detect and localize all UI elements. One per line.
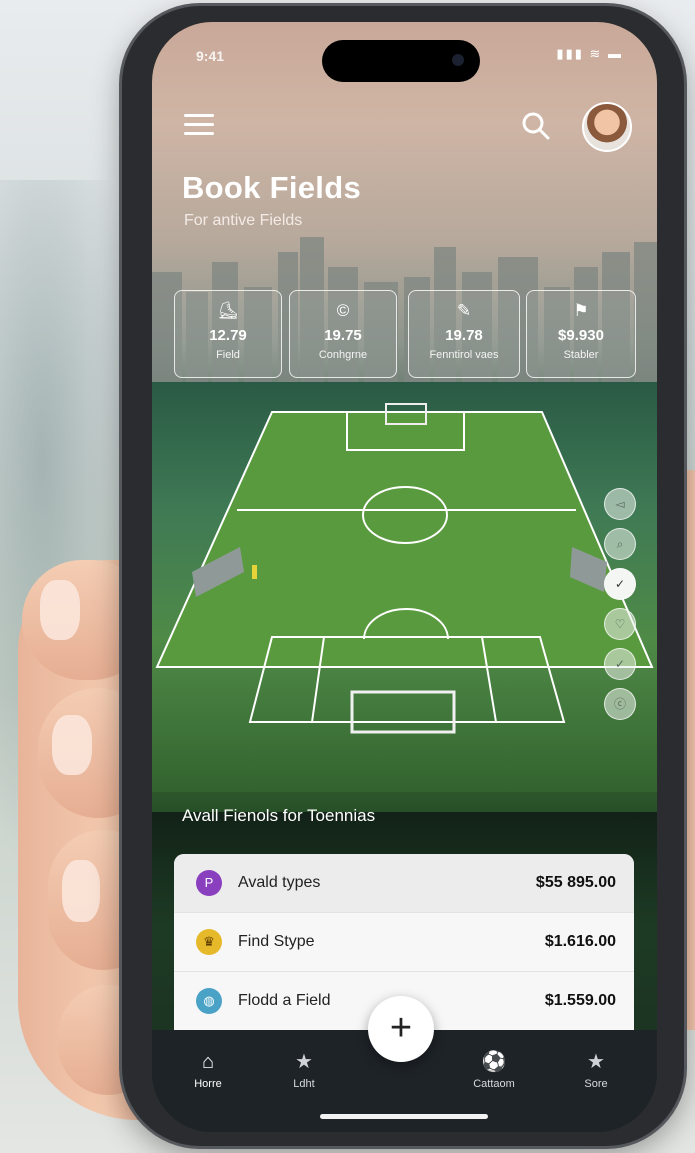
field-price: $1.616.00: [544, 933, 616, 950]
fingernail: [62, 860, 100, 922]
filter-dot[interactable]: ⓒ: [604, 688, 636, 720]
page-title: Book Fields: [182, 170, 361, 205]
field-name: Find Stype: [238, 933, 315, 950]
fingernail: [40, 580, 80, 640]
ball-icon: ⚽: [481, 1051, 507, 1073]
fingernail: [52, 715, 92, 775]
camera-icon: [452, 54, 464, 66]
search-icon[interactable]: [520, 110, 552, 142]
field-price: $1.559.00: [544, 992, 616, 1009]
stat-card[interactable]: © 19.75 Conhgrne: [289, 290, 397, 378]
app-screen: 9:41 ▮▮▮ ≋ ▬ Book Fields For antive Fiel…: [152, 22, 657, 1132]
page-subtitle: For antive Fields: [184, 212, 303, 229]
filter-dot[interactable]: ♡: [604, 608, 636, 640]
tab-home[interactable]: ⌂ Horre: [168, 1050, 248, 1090]
football-pitch: [155, 403, 654, 734]
tab-store[interactable]: ★ Sore: [556, 1050, 636, 1090]
stat-value: 19.78: [445, 327, 483, 344]
tab-custom[interactable]: ⚽ Cattaom: [454, 1050, 534, 1090]
side-filter-dots: ◅ ⌕ ✓ ♡ ✓ ⓒ: [604, 488, 636, 728]
list-item[interactable]: ♛ Find Stype $1.616.00: [174, 913, 634, 972]
stat-value: $9.930: [558, 327, 604, 344]
filter-dot-active[interactable]: ✓: [604, 568, 636, 600]
stat-label: Conhgrne: [318, 349, 368, 361]
stat-card[interactable]: ⚑ $9.930 Stabler: [526, 290, 636, 378]
stat-value: 12.79: [209, 327, 247, 344]
stat-label: Fenntirol vaes: [429, 349, 499, 361]
p-badge-icon: P: [196, 870, 222, 896]
tab-label: Horre: [194, 1078, 222, 1090]
field-name: Avald types: [238, 874, 321, 891]
star-icon: ★: [295, 1051, 313, 1073]
list-item[interactable]: P Avald types $55 895.00: [174, 854, 634, 913]
trophy-icon: ♛: [196, 929, 222, 955]
status-time: 9:41: [196, 48, 225, 64]
menu-button[interactable]: [184, 114, 214, 138]
filter-dot[interactable]: ⌕: [604, 528, 636, 560]
stat-value: 19.75: [324, 327, 362, 344]
tab-label: Sore: [584, 1078, 608, 1090]
status-icons: ▮▮▮ ≋ ▬: [556, 46, 623, 61]
avatar[interactable]: [582, 102, 632, 152]
filter-dot[interactable]: ◅: [604, 488, 636, 520]
boot-icon: ✎: [456, 301, 472, 320]
star-icon: ★: [587, 1051, 605, 1073]
flag-icon: ⚑: [573, 301, 589, 320]
stat-label: Field: [216, 349, 240, 361]
field-price: $55 895.00: [535, 874, 616, 891]
home-indicator[interactable]: [320, 1114, 488, 1119]
add-button[interactable]: +: [368, 996, 434, 1062]
field-name: Flodd a Field: [238, 992, 331, 1009]
stat-card[interactable]: ⛸ 12.79 Field: [174, 290, 282, 378]
tab-list[interactable]: ★ Ldht: [264, 1050, 344, 1090]
stats-row: ⛸ 12.79 Field © 19.75 Conhgrne ✎ 19.78 F…: [174, 290, 636, 378]
globe-icon: ◍: [196, 988, 222, 1014]
stat-label: Stabler: [563, 349, 599, 361]
dynamic-island: [322, 40, 480, 82]
tab-label: Cattaom: [473, 1078, 515, 1090]
menu-icon: [184, 114, 214, 117]
filter-dot[interactable]: ✓: [604, 648, 636, 680]
home-icon: ⌂: [201, 1051, 215, 1073]
stat-card[interactable]: ✎ 19.78 Fenntirol vaes: [408, 290, 520, 378]
shoe-icon: ⛸: [217, 301, 239, 320]
tab-label: Ldht: [293, 1078, 315, 1090]
section-title: Avall Fienols for Toennias: [182, 806, 376, 825]
coin-icon: ©: [336, 301, 350, 320]
